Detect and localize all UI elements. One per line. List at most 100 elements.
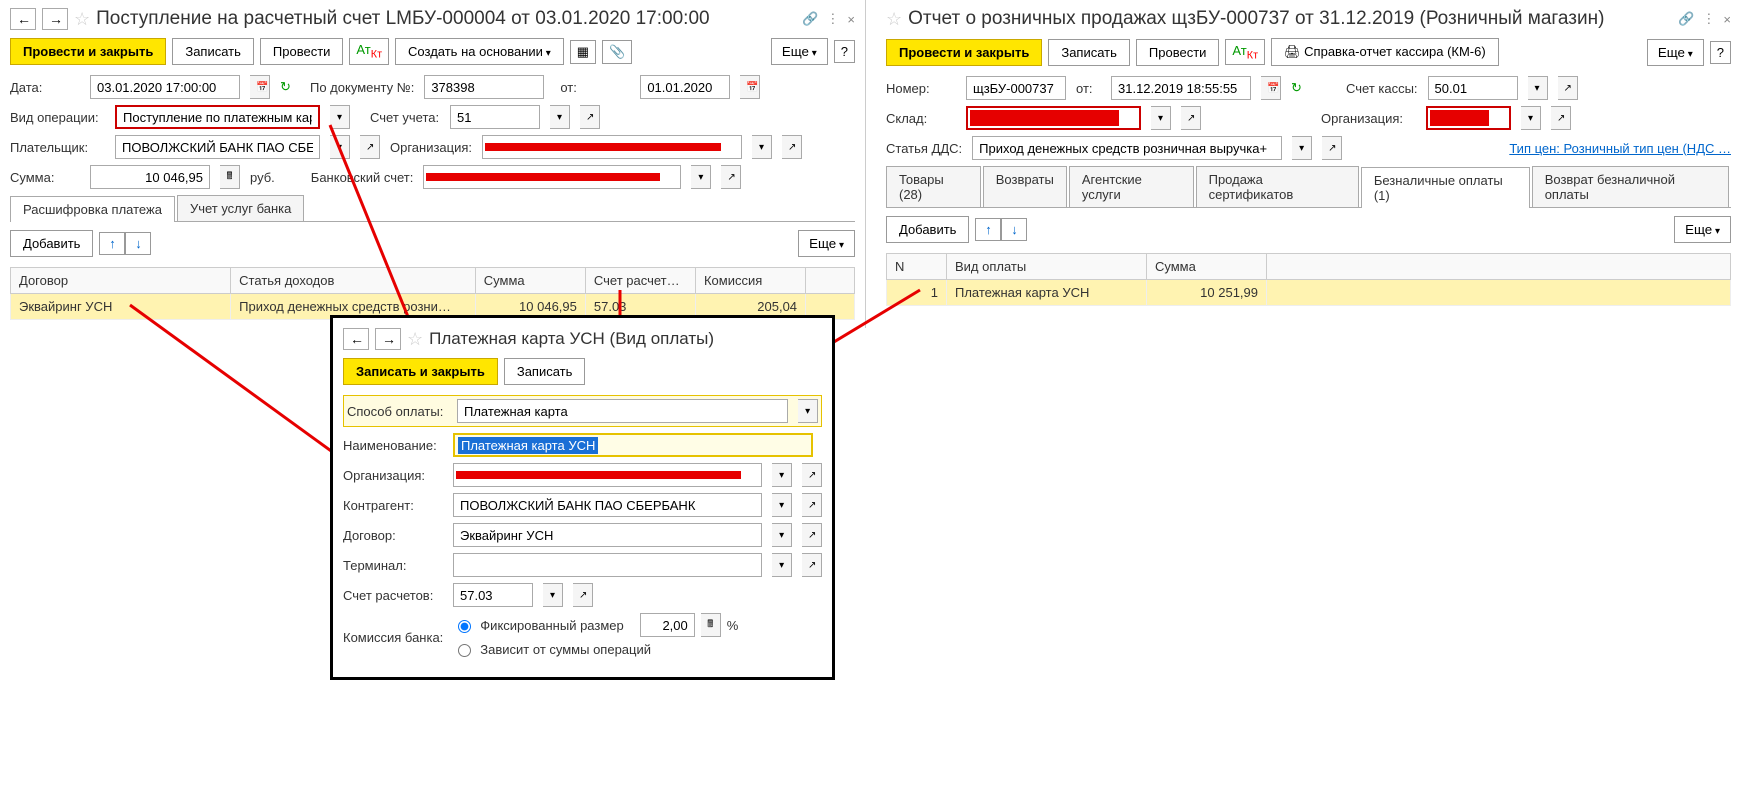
save-close-button[interactable]: Записать и закрыть [343, 358, 498, 385]
table-row-r[interactable]: 1 Платежная карта УСН 10 251,99 [887, 280, 1731, 306]
fixed-radio[interactable] [458, 620, 471, 633]
org-input-r[interactable] [1426, 106, 1511, 130]
name-input[interactable]: Платежная карта УСН [453, 433, 813, 457]
cell-paytype[interactable]: Платежная карта УСН [947, 280, 1147, 306]
cell-n[interactable]: 1 [887, 280, 947, 306]
tab-returns[interactable]: Возвраты [983, 166, 1067, 207]
menu-icon-r[interactable]: ⋮ [1702, 11, 1715, 27]
org-dropdown-icon-p[interactable]: ▾ [772, 463, 792, 487]
more-button[interactable]: Еще [771, 38, 828, 65]
help-button[interactable]: ? [834, 40, 855, 63]
record-button-r[interactable]: Записать [1048, 39, 1130, 66]
bank-input[interactable] [423, 165, 681, 189]
from-date-input[interactable] [640, 75, 730, 99]
dtkt-button[interactable]: АтКт [349, 38, 389, 65]
terminal-input[interactable] [453, 553, 762, 577]
tab-decode[interactable]: Расшифровка платежа [10, 196, 175, 222]
back-button-p[interactable]: ← [343, 328, 369, 350]
settleacc-input-p[interactable] [453, 583, 533, 607]
col-contract[interactable]: Договор [11, 268, 231, 294]
terminal-open-icon[interactable]: ↗ [802, 553, 822, 577]
sum-input[interactable] [90, 165, 210, 189]
refresh-icon-r[interactable]: ↻ [1291, 80, 1306, 96]
post-and-close-button-r[interactable]: Провести и закрыть [886, 39, 1042, 66]
calendar-icon[interactable]: 📅 [250, 75, 270, 99]
contract-open-icon[interactable]: ↗ [802, 523, 822, 547]
col-sum-r[interactable]: Сумма [1147, 254, 1267, 280]
agent-input[interactable] [453, 493, 762, 517]
payer-dropdown-icon[interactable]: ▾ [330, 135, 350, 159]
calendar-icon-2[interactable]: 📅 [740, 75, 760, 99]
move-down-button-r[interactable]: ↓ [1001, 218, 1027, 241]
cashacc-open-icon[interactable]: ↗ [1558, 76, 1578, 100]
org-open-icon-p[interactable]: ↗ [802, 463, 822, 487]
org-open-icon[interactable]: ↗ [782, 135, 802, 159]
post-button-r[interactable]: Провести [1136, 39, 1220, 66]
org-dropdown-icon-r[interactable]: ▾ [1521, 106, 1541, 130]
warehouse-open-icon[interactable]: ↗ [1181, 106, 1201, 130]
dtkt-button-r[interactable]: АтКт [1225, 39, 1265, 66]
account-input[interactable] [450, 105, 540, 129]
close-icon-r[interactable]: × [1723, 12, 1731, 27]
optype-input[interactable] [115, 105, 320, 129]
tab-noncash[interactable]: Безналичные оплаты (1) [1361, 167, 1530, 208]
calc-icon[interactable]: 🖩 [220, 165, 240, 189]
favorite-icon-p[interactable]: ☆ [407, 329, 423, 350]
dds-open-icon[interactable]: ↗ [1322, 136, 1342, 160]
num-input[interactable] [966, 76, 1066, 100]
create-based-button[interactable]: Создать на основании [395, 38, 564, 65]
tab-goods[interactable]: Товары (28) [886, 166, 981, 207]
fixed-value-input[interactable] [640, 613, 695, 637]
bank-dropdown-icon[interactable]: ▾ [691, 165, 711, 189]
date-input[interactable] [90, 75, 240, 99]
more-button-r2[interactable]: Еще [1674, 216, 1731, 243]
cell-contract[interactable]: Эквайринг УСН [11, 294, 231, 320]
post-and-close-button[interactable]: Провести и закрыть [10, 38, 166, 65]
tab-services[interactable]: Учет услуг банка [177, 195, 304, 221]
move-up-button[interactable]: ↑ [99, 232, 125, 255]
link-icon-r[interactable]: 🔗 [1678, 11, 1694, 27]
warehouse-dropdown-icon[interactable]: ▾ [1151, 106, 1171, 130]
method-dropdown-icon[interactable]: ▾ [798, 399, 818, 423]
depends-radio[interactable] [458, 644, 471, 657]
add-button-r[interactable]: Добавить [886, 216, 969, 243]
from-date-input-r[interactable] [1111, 76, 1251, 100]
payer-input[interactable] [115, 135, 320, 159]
method-input[interactable] [457, 399, 788, 423]
settleacc-open-icon[interactable]: ↗ [573, 583, 593, 607]
favorite-icon-r[interactable]: ☆ [886, 9, 902, 30]
col-sum[interactable]: Сумма [475, 268, 585, 294]
agent-open-icon[interactable]: ↗ [802, 493, 822, 517]
org-dropdown-icon[interactable]: ▾ [752, 135, 772, 159]
tab-agent[interactable]: Агентские услуги [1069, 166, 1194, 207]
org-input-p[interactable] [453, 463, 762, 487]
km6-button[interactable]: 🖨 Справка-отчет кассира (КМ-6) [1271, 38, 1499, 66]
refresh-icon[interactable]: ↻ [280, 79, 300, 95]
docnum-input[interactable] [424, 75, 544, 99]
account-dropdown-icon[interactable]: ▾ [550, 105, 570, 129]
dds-input[interactable] [972, 136, 1282, 160]
col-commission[interactable]: Комиссия [695, 268, 805, 294]
cashacc-input[interactable] [1428, 76, 1518, 100]
forward-button-p[interactable]: → [375, 328, 401, 350]
terminal-dropdown-icon[interactable]: ▾ [772, 553, 792, 577]
forward-button[interactable]: → [42, 8, 68, 30]
dds-dropdown-icon[interactable]: ▾ [1292, 136, 1312, 160]
cell-sum-r[interactable]: 10 251,99 [1147, 280, 1267, 306]
col-n[interactable]: N [887, 254, 947, 280]
tab-ret-noncash[interactable]: Возврат безналичной оплаты [1532, 166, 1729, 207]
link-icon[interactable]: 🔗 [802, 11, 818, 27]
account-open-icon[interactable]: ↗ [580, 105, 600, 129]
help-button-r[interactable]: ? [1710, 41, 1731, 64]
back-button[interactable]: ← [10, 8, 36, 30]
attach-icon[interactable]: 📎 [602, 40, 632, 64]
more-button-2[interactable]: Еще [798, 230, 855, 257]
move-down-button[interactable]: ↓ [125, 232, 151, 255]
record-button[interactable]: Записать [172, 38, 254, 65]
settleacc-dropdown-icon[interactable]: ▾ [543, 583, 563, 607]
org-open-icon-r[interactable]: ↗ [1551, 106, 1571, 130]
col-paytype[interactable]: Вид оплаты [947, 254, 1147, 280]
close-icon[interactable]: × [847, 12, 855, 27]
contract-dropdown-icon[interactable]: ▾ [772, 523, 792, 547]
calendar-icon-r[interactable]: 📅 [1261, 76, 1281, 100]
